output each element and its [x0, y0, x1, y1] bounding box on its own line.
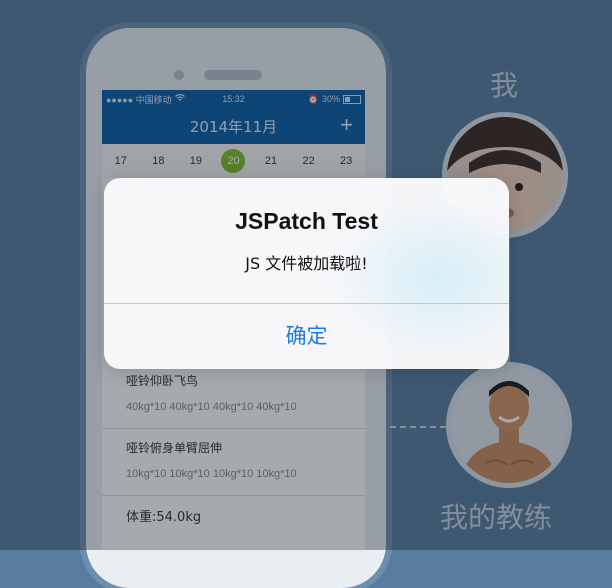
- confirm-button[interactable]: 确定: [104, 304, 509, 369]
- alert-message: JS 文件被加载啦!: [245, 254, 368, 273]
- alert-dialog: JSPatch Test JS 文件被加载啦! 确定: [104, 178, 509, 369]
- alert-title: JSPatch Test: [235, 208, 378, 234]
